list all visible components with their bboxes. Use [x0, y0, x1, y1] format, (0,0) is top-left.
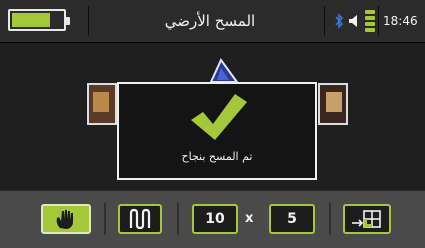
grid-height-field[interactable]: 5	[269, 204, 315, 234]
clock: 18:46	[383, 14, 418, 28]
device-right-icon	[318, 83, 348, 125]
bluetooth-icon	[335, 13, 344, 29]
success-message: تم المسح بنجاح	[181, 150, 253, 163]
grid-start-position-button[interactable]	[343, 204, 391, 234]
battery-icon	[8, 9, 70, 31]
status-separator	[378, 6, 379, 36]
zigzag-path-icon	[129, 208, 151, 230]
page-title: المسح الأرضي	[164, 12, 256, 30]
scan-pattern-button[interactable]	[118, 204, 162, 234]
toolbar-separator	[177, 203, 179, 235]
device-left-icon	[87, 83, 117, 125]
status-separator	[324, 6, 325, 36]
screen: المسح الأرضي 18:46 تم المسح بنجاح 10 x 5	[0, 0, 425, 248]
checkmark-icon	[191, 94, 247, 140]
speaker-icon	[349, 15, 357, 27]
grid-width-field[interactable]: 10	[192, 204, 238, 234]
toolbar-separator	[104, 203, 106, 235]
status-separator	[88, 6, 89, 36]
times-symbol: x	[245, 211, 254, 226]
battery-nub	[66, 17, 70, 25]
hand-icon	[56, 210, 73, 229]
bottom-toolbar: 10 x 5	[0, 190, 425, 248]
status-bar: المسح الأرضي 18:46	[0, 0, 425, 43]
success-dialog: تم المسح بنجاح	[117, 82, 317, 180]
grid-start-icon	[352, 210, 381, 228]
battery-fill	[12, 13, 50, 27]
signal-strength-icon	[365, 10, 375, 32]
manual-mode-button[interactable]	[41, 204, 91, 234]
toolbar-separator	[329, 203, 331, 235]
